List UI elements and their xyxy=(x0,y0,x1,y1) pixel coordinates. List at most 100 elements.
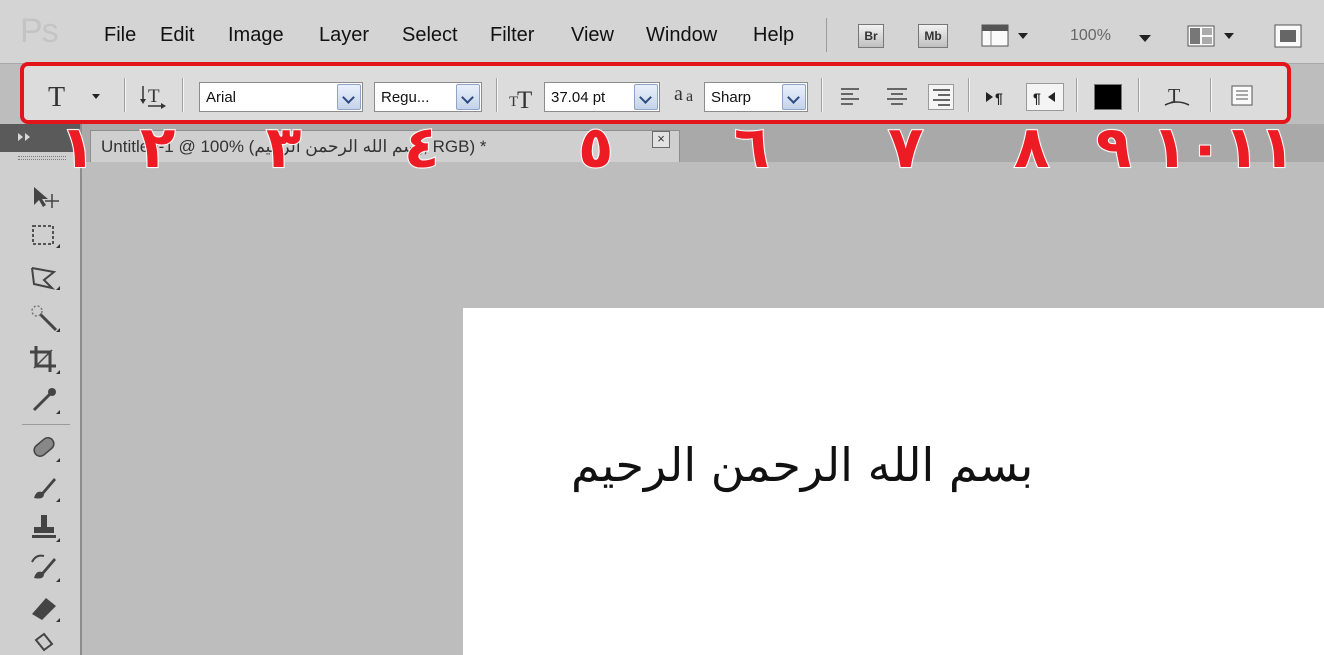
align-right-icon xyxy=(933,89,950,106)
menu-select[interactable]: Select xyxy=(402,24,458,47)
menu-window[interactable]: Window xyxy=(646,24,717,47)
document-text-layer[interactable]: بسم الله الرحمن الرحيم xyxy=(571,438,1033,492)
panel-grip[interactable] xyxy=(18,156,66,160)
mini-bridge-button[interactable]: Mb xyxy=(918,24,948,48)
clone-stamp-tool[interactable] xyxy=(26,510,62,546)
warped-text-icon: T xyxy=(1164,85,1190,107)
options-separator xyxy=(968,78,969,112)
callout-10: ١٠ xyxy=(1151,113,1224,181)
brush-tool[interactable] xyxy=(26,470,62,506)
move-icon xyxy=(34,187,59,208)
menu-edit[interactable]: Edit xyxy=(160,24,194,47)
chevron-down-icon[interactable] xyxy=(634,84,658,110)
arrange-documents-icon xyxy=(1187,25,1234,47)
right-to-left-button[interactable]: ¶ xyxy=(1026,83,1064,111)
font-size-icon: T T xyxy=(508,82,542,114)
anti-alias-icon: a a xyxy=(672,82,704,110)
align-left-button[interactable] xyxy=(838,84,864,110)
align-right-button[interactable] xyxy=(928,84,954,110)
menu-layer[interactable]: Layer xyxy=(319,24,369,47)
text-color-swatch[interactable] xyxy=(1094,84,1122,110)
align-center-button[interactable] xyxy=(884,84,910,110)
magic-wand-icon xyxy=(31,305,60,332)
paint-bucket-icon xyxy=(34,632,54,652)
anti-alias-value: Sharp xyxy=(711,89,752,106)
lasso-tool[interactable] xyxy=(26,260,62,296)
eyedropper-icon xyxy=(32,388,60,414)
view-extras-icon xyxy=(981,24,1028,47)
svg-text:¶: ¶ xyxy=(1033,90,1041,106)
aa-label-small: a xyxy=(686,88,694,105)
svg-text:¶: ¶ xyxy=(995,90,1003,106)
options-separator xyxy=(1138,78,1139,112)
healing-brush-icon xyxy=(33,437,60,462)
callout-11: ١١ xyxy=(1223,113,1296,181)
warped-text-button[interactable]: T xyxy=(1160,80,1194,112)
font-family-value: Arial xyxy=(206,89,237,106)
move-tool[interactable] xyxy=(26,178,62,214)
menu-view[interactable]: View xyxy=(571,24,614,47)
callout-1: ١ xyxy=(59,113,96,181)
align-center-icon xyxy=(887,88,907,105)
magic-wand-tool[interactable] xyxy=(26,300,62,336)
tool-preset-picker[interactable]: T xyxy=(46,80,108,113)
menu-filter[interactable]: Filter xyxy=(490,24,534,47)
zoom-level[interactable]: 100% xyxy=(1070,27,1111,45)
clone-stamp-icon xyxy=(32,515,60,542)
callout-3: ٣ xyxy=(265,113,302,181)
photoshop-logo: Ps xyxy=(20,12,59,50)
left-to-right-button[interactable]: ¶ xyxy=(980,83,1014,111)
chevron-down-icon[interactable] xyxy=(456,84,480,110)
character-panel-button[interactable] xyxy=(1228,82,1258,110)
aa-label-large: a xyxy=(674,83,683,105)
callout-6: ٦ xyxy=(733,113,770,181)
close-icon[interactable]: × xyxy=(652,131,670,148)
polygonal-lasso-icon xyxy=(31,267,60,290)
text-orientation-icon: T xyxy=(140,86,166,109)
bridge-button[interactable]: Br xyxy=(858,24,884,48)
font-family-select[interactable]: Arial xyxy=(199,82,363,112)
tools-separator xyxy=(22,424,70,425)
font-style-select[interactable]: Regu... xyxy=(374,82,482,112)
eraser-tool[interactable] xyxy=(26,590,62,626)
options-separator xyxy=(496,78,497,112)
arrange-documents-button[interactable] xyxy=(1186,22,1242,50)
eyedropper-tool[interactable] xyxy=(26,382,62,418)
svg-text:T: T xyxy=(148,86,160,107)
crop-tool[interactable] xyxy=(26,342,62,378)
expand-panel-icon[interactable] xyxy=(16,130,46,146)
callout-5: ٥ xyxy=(577,113,614,181)
rectangular-marquee-icon xyxy=(32,225,60,248)
brush-icon xyxy=(34,478,60,502)
menu-file[interactable]: File xyxy=(104,24,136,47)
align-left-icon xyxy=(841,88,859,105)
marquee-tool[interactable] xyxy=(26,218,62,254)
screen-mode-button[interactable] xyxy=(1272,22,1306,50)
chevron-down-icon[interactable] xyxy=(337,84,361,110)
callout-9: ٩ xyxy=(1095,113,1132,181)
callout-4: ٤ xyxy=(403,113,440,181)
menu-bar: Ps File Edit Image Layer Select Filter V… xyxy=(0,0,1324,64)
history-brush-tool[interactable] xyxy=(26,550,62,586)
document-canvas[interactable]: بسم الله الرحمن الرحيم xyxy=(463,308,1324,655)
options-separator xyxy=(1076,78,1077,112)
screen-mode-icon xyxy=(1274,24,1302,48)
text-tool-icon: T xyxy=(48,82,100,113)
svg-text:T: T xyxy=(48,82,65,112)
view-extras-button[interactable] xyxy=(980,22,1036,50)
chevron-down-icon[interactable] xyxy=(782,84,806,110)
history-brush-icon xyxy=(31,554,60,582)
callout-8: ٨ xyxy=(1013,113,1050,181)
text-orientation-button[interactable]: T xyxy=(136,80,172,112)
anti-alias-select[interactable]: Sharp xyxy=(704,82,808,112)
options-separator xyxy=(182,78,183,112)
font-size-select[interactable]: 37.04 pt xyxy=(544,82,660,112)
menu-help[interactable]: Help xyxy=(753,24,794,47)
menu-image[interactable]: Image xyxy=(228,24,284,47)
left-to-right-icon: ¶ xyxy=(986,90,1003,106)
character-panel-icon xyxy=(1231,85,1253,106)
zoom-dropdown-arrow[interactable] xyxy=(1138,31,1152,49)
font-size-value: 37.04 pt xyxy=(551,89,606,106)
healing-brush-tool[interactable] xyxy=(26,430,62,466)
gradient-tool[interactable] xyxy=(26,630,62,655)
